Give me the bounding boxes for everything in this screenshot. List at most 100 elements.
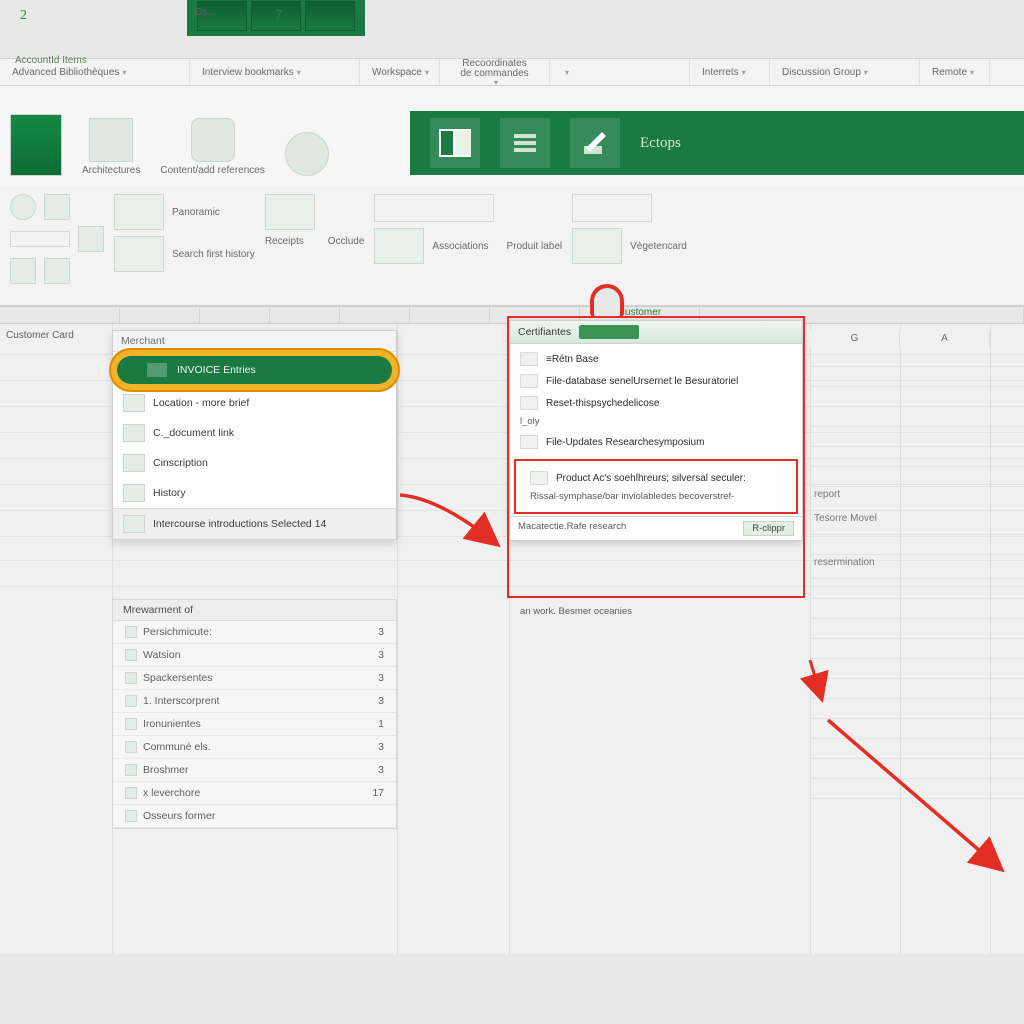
style-thumb[interactable] (114, 236, 164, 272)
style-thumb[interactable] (265, 194, 315, 230)
grid-right-section: G A report Tesorre Movel resermination (810, 330, 1024, 799)
tab-interview[interactable]: Interview bookmarks (190, 59, 360, 85)
dropdown-header: Certifiantes (510, 321, 802, 344)
app-header-bar: Ectops (410, 111, 1024, 175)
hex-icon (191, 118, 235, 162)
style-thumb[interactable] (374, 228, 424, 264)
chart-button[interactable] (10, 231, 70, 247)
ribbon-label: Produit label (507, 241, 563, 252)
bullet-icon (125, 649, 137, 661)
clock-icon[interactable] (10, 194, 36, 220)
bullet-icon (125, 741, 137, 753)
header-app-icon[interactable] (430, 118, 480, 168)
bullet-icon (125, 626, 137, 638)
update-icon (520, 435, 538, 449)
qat-number-right: 7 (265, 8, 292, 24)
tab-workspace[interactable]: Workspace (360, 59, 440, 85)
ribbon-label: Search first history (172, 249, 255, 260)
dropdown-item[interactable]: File-database senelUrsernet le Besurator… (510, 370, 802, 392)
col-letter[interactable]: A (900, 330, 990, 347)
bullet-icon (125, 672, 137, 684)
ribbon-label: Associations (432, 241, 488, 252)
inscription-icon (123, 454, 145, 472)
annotation-bump (590, 284, 624, 318)
dropdown-footer-text: Macatectie.Rafe research (518, 521, 626, 536)
house-icon[interactable] (10, 258, 36, 284)
ribbon-group-b[interactable]: Content/add references (160, 118, 265, 176)
col-letter[interactable]: G (810, 330, 900, 347)
menu-item[interactable]: Cinscription (113, 448, 396, 478)
dropdown-menu-right: Certifiantes ≡Rétn Base File-database se… (509, 320, 803, 541)
property-row[interactable]: Communé els.3 (113, 736, 396, 759)
bullet-icon (125, 810, 137, 822)
property-row[interactable]: Broshmer3 (113, 759, 396, 782)
title-placeholder (572, 194, 652, 222)
property-row[interactable]: Osseurs former (113, 805, 396, 828)
worksheet-icon (10, 114, 62, 176)
property-row[interactable]: x leverchore17 (113, 782, 396, 805)
dropdown-footer-button[interactable]: R-clippr (743, 521, 794, 536)
bullet-icon (125, 695, 137, 707)
ribbon-group-c[interactable] (285, 132, 329, 176)
tab-executions[interactable]: Recoordinates de commandes (440, 59, 550, 85)
tab-discussion[interactable]: Discussion Group (770, 59, 920, 85)
header-edit-icon[interactable] (570, 118, 620, 168)
square-icon[interactable] (44, 194, 70, 220)
ribbon-group-arch[interactable] (10, 114, 62, 176)
account-label: AccountId Items (15, 55, 87, 66)
spreadsheet-area[interactable]: Customer Card Merchant INVOICE Entries L… (0, 324, 1024, 954)
menu-item[interactable]: History (113, 478, 396, 508)
property-row[interactable]: Spackersentes3 (113, 667, 396, 690)
tri-icon[interactable] (44, 258, 70, 284)
menu-item[interactable]: Intercourse introductions Selected 14 (113, 508, 396, 539)
dropdown-item[interactable]: Product Ac's soehlhreurs; silversal secu… (520, 467, 792, 489)
tab-remote[interactable]: Remote (920, 59, 990, 85)
ribbon-label: Panoramic (172, 207, 220, 218)
menu-header: Merchant (113, 331, 396, 352)
menu-item[interactable]: Location - more brief (113, 388, 396, 418)
dropdown-item[interactable]: File-Updates Researchesymposium (510, 431, 802, 453)
grid-empty-rows[interactable]: report Tesorre Movel resermination (810, 347, 1024, 799)
header-title: Ectops (640, 135, 681, 152)
dropdown-item[interactable]: Reset-thispsychedelicose (510, 392, 802, 414)
ribbon-label: Receipts (265, 236, 304, 247)
reset-icon (520, 396, 538, 410)
property-row[interactable]: Persichmicute:3 (113, 621, 396, 644)
return-icon (520, 352, 538, 366)
properties-panel: Mrewarment of Persichmicute:3Watsion3Spa… (112, 599, 397, 829)
chart-icon[interactable] (78, 226, 104, 252)
dropdown-item[interactable]: l_oly (510, 414, 802, 431)
qat-ds-label: Ds... (195, 7, 235, 18)
style-thumb[interactable] (114, 194, 164, 230)
property-row[interactable]: 1. Interscorprent3 (113, 690, 396, 713)
property-row[interactable]: Ironunientes1 (113, 713, 396, 736)
dropdown-item[interactable]: ≡Rétn Base (510, 348, 802, 370)
bullet-icon (125, 718, 137, 730)
tab-spacer (550, 59, 690, 85)
header-pill (579, 325, 639, 339)
ribbon-tab-row: Advanced Bibliothèques Interview bookmar… (0, 58, 1024, 86)
invoice-icon (147, 363, 167, 377)
header-menu-icon[interactable] (500, 118, 550, 168)
ribbon-group-a[interactable]: Architectures (82, 118, 140, 176)
doclink-icon (123, 424, 145, 442)
brand-glyph-icon (305, 1, 355, 31)
menu-item[interactable]: C._document link (113, 418, 396, 448)
history-icon (123, 484, 145, 502)
ribbon-label: Occlude (328, 236, 365, 247)
property-row[interactable]: Watsion3 (113, 644, 396, 667)
bullet-icon (125, 764, 137, 776)
dropdown-below-text: an work. Besmer oceanies (520, 606, 632, 617)
menu-item-highlighted[interactable]: INVOICE Entries (117, 356, 392, 384)
properties-header: Mrewarment of (113, 600, 396, 621)
ribbon-label: Vègetencard (630, 241, 687, 252)
dropdown-item[interactable]: Rissal-symphase/bar inviolabledes becove… (520, 489, 792, 506)
filedb-icon (520, 374, 538, 388)
selection-icon (123, 515, 145, 533)
ribbon-upper: Architectures Content/add references Ect… (0, 86, 1024, 186)
quick-access-toolbar: 2 Ds... 7 (0, 0, 1024, 30)
module-icon (89, 118, 133, 162)
style-thumb[interactable] (572, 228, 622, 264)
annotation-red-box: Product Ac's soehlhreurs; silversal secu… (514, 459, 798, 514)
tab-interrets[interactable]: Interrets (690, 59, 770, 85)
